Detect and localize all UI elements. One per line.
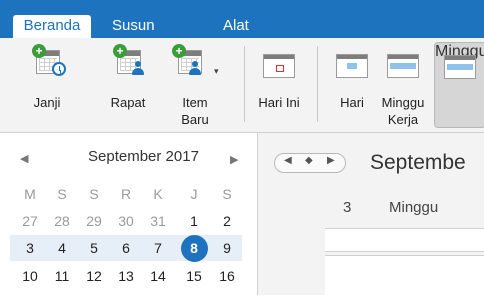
plus-icon: + bbox=[172, 44, 186, 58]
week-view-icon bbox=[444, 55, 476, 79]
minggu-kerja-view-button[interactable]: Minggu Kerja bbox=[376, 38, 430, 132]
weekday-header: S bbox=[89, 186, 99, 202]
item-baru-button[interactable]: + ▾ Item Baru bbox=[166, 38, 224, 132]
weekday-header: R bbox=[120, 186, 132, 202]
week-number: 3 bbox=[343, 199, 352, 216]
janji-label: Janji bbox=[33, 95, 61, 110]
weekday-header: S bbox=[222, 186, 232, 202]
hari-view-button[interactable]: Hari bbox=[332, 38, 372, 132]
tab-alat[interactable]: Alat bbox=[223, 15, 249, 38]
person-icon bbox=[188, 61, 202, 75]
day-cell[interactable]: 7 bbox=[142, 240, 174, 256]
day-cell[interactable]: 15 bbox=[178, 268, 210, 284]
day-cell[interactable]: 31 bbox=[142, 213, 174, 229]
tab-bar: Beranda Susun Alat bbox=[0, 0, 484, 39]
prev-period-arrow-icon[interactable]: ◀ bbox=[284, 155, 292, 166]
day-cell-today[interactable]: 8 bbox=[178, 240, 210, 256]
day-cell[interactable]: 11 bbox=[46, 268, 78, 284]
prev-month-arrow-icon[interactable]: ◀ bbox=[20, 152, 28, 165]
work-week-view-icon bbox=[387, 54, 419, 78]
hari-label: Hari bbox=[340, 95, 364, 110]
hari-ini-button[interactable]: Hari Ini bbox=[251, 38, 307, 132]
janji-button[interactable]: + Janji bbox=[22, 38, 72, 132]
rapat-button[interactable]: + Rapat bbox=[103, 38, 153, 132]
weekday-header: M bbox=[24, 186, 36, 202]
minggu-view-button[interactable]: Minggu bbox=[434, 42, 484, 128]
weekday-header: J bbox=[190, 186, 198, 202]
calendar-grid-area[interactable] bbox=[325, 255, 484, 296]
weekday-header: K bbox=[153, 186, 163, 202]
day-cell[interactable]: 6 bbox=[110, 240, 142, 256]
today-icon bbox=[263, 54, 295, 78]
day-cell[interactable]: 12 bbox=[78, 268, 110, 284]
next-period-arrow-icon[interactable]: ▶ bbox=[327, 155, 335, 166]
clock-icon bbox=[52, 62, 66, 76]
today-diamond-icon[interactable]: ◆ bbox=[305, 155, 313, 166]
all-day-row[interactable] bbox=[325, 228, 484, 252]
ribbon-divider bbox=[317, 46, 318, 122]
ribbon-divider bbox=[244, 46, 245, 122]
minggu-kerja-label-1: Minggu bbox=[381, 95, 425, 110]
chevron-down-icon[interactable]: ▾ bbox=[214, 66, 219, 77]
tab-susun[interactable]: Susun bbox=[112, 15, 155, 38]
day-cell[interactable]: 4 bbox=[46, 240, 78, 256]
plus-icon: + bbox=[113, 44, 127, 58]
day-cell[interactable]: 5 bbox=[78, 240, 110, 256]
plus-icon: + bbox=[32, 44, 46, 58]
day-cell[interactable]: 27 bbox=[14, 213, 46, 229]
item-baru-label-2: Baru bbox=[181, 112, 209, 127]
hari-ini-label: Hari Ini bbox=[258, 95, 300, 110]
day-cell[interactable]: 28 bbox=[46, 213, 78, 229]
day-cell[interactable]: 30 bbox=[110, 213, 142, 229]
day-cell[interactable]: 13 bbox=[110, 268, 142, 284]
day-view-icon bbox=[336, 54, 368, 78]
day-cell[interactable]: 3 bbox=[14, 240, 46, 256]
ribbon: + Janji + Rapat + ▾ Item Baru Hari Ini H… bbox=[0, 38, 484, 133]
weekday-header: S bbox=[57, 186, 67, 202]
rapat-label: Rapat bbox=[110, 95, 146, 110]
day-cell[interactable]: 10 bbox=[14, 268, 46, 284]
minggu-kerja-label-2: Kerja bbox=[387, 112, 419, 127]
day-cell[interactable]: 2 bbox=[211, 213, 243, 229]
day-cell[interactable]: 16 bbox=[211, 268, 243, 284]
day-cell[interactable]: 14 bbox=[142, 268, 174, 284]
week-column-label: Minggu bbox=[389, 199, 439, 216]
day-cell[interactable]: 1 bbox=[178, 213, 210, 229]
tab-beranda[interactable]: Beranda bbox=[13, 15, 91, 39]
item-baru-label-1: Item bbox=[182, 95, 208, 110]
view-nav-group: ◀ ◆ ▶ bbox=[274, 153, 346, 173]
day-cell[interactable]: 29 bbox=[78, 213, 110, 229]
person-icon bbox=[131, 61, 145, 75]
mini-calendar-month-title: September 2017 bbox=[88, 148, 199, 165]
next-month-arrow-icon[interactable]: ▶ bbox=[230, 153, 238, 166]
calendar-view-title: Septembe bbox=[370, 151, 466, 174]
day-cell[interactable]: 9 bbox=[211, 240, 243, 256]
